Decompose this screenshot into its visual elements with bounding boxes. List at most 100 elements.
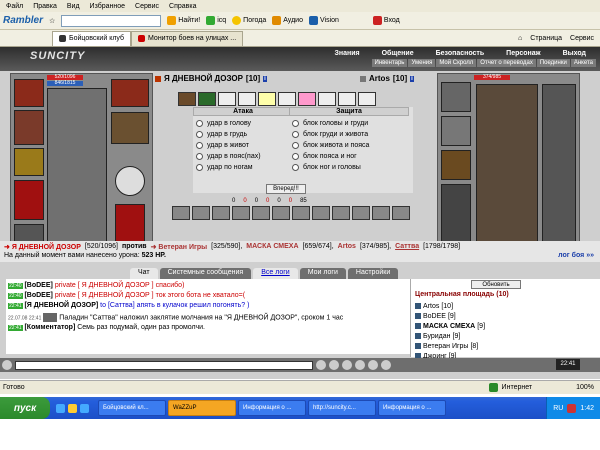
cloak-slot[interactable]	[14, 180, 44, 220]
nav-transfers[interactable]: Отчет о переводах	[477, 59, 536, 67]
enemy-nick[interactable]: Artos [10] i	[360, 74, 414, 83]
smile-icon[interactable]	[2, 360, 12, 370]
scroll-slot[interactable]	[192, 206, 210, 220]
chat-target[interactable]: [ Я ДНЕВНОЙ ДОЗОР ]	[78, 282, 154, 289]
audio-button[interactable]: Аудио	[272, 16, 303, 25]
block-option-2[interactable]: блок груди и живота	[292, 129, 406, 140]
task-button[interactable]: http://suncity.c...	[308, 400, 376, 416]
icq-button[interactable]: icq	[206, 16, 226, 25]
scroll-slot[interactable]	[212, 206, 230, 220]
vision-button[interactable]: Vision	[308, 16, 339, 25]
forward-button[interactable]: Вперед!!!	[266, 184, 306, 194]
scroll-slot[interactable]	[252, 206, 270, 220]
folder-icon[interactable]	[68, 403, 77, 413]
nav-profile[interactable]: Анкета	[570, 59, 596, 67]
spell-slot[interactable]	[198, 92, 216, 106]
login-button[interactable]: Вход	[372, 16, 400, 25]
menu-view[interactable]: Вид	[67, 3, 80, 10]
shield-slot[interactable]	[115, 166, 145, 196]
nav-fights[interactable]: Поединки	[536, 59, 570, 67]
opponent-link[interactable]: ➜ Ветеран Игры	[151, 243, 208, 251]
scroll-slot[interactable]	[358, 92, 376, 106]
info-icon[interactable]: i	[263, 75, 267, 82]
scroll-slot[interactable]	[392, 206, 410, 220]
menu-tools[interactable]: Сервис	[135, 3, 159, 10]
scroll-slot[interactable]	[298, 92, 316, 106]
task-button[interactable]: Информация о ...	[238, 400, 306, 416]
task-button[interactable]: Бойцовский кл...	[98, 400, 166, 416]
scroll-slot[interactable]	[258, 92, 276, 106]
weather-button[interactable]: Погода	[232, 16, 266, 25]
menu-file[interactable]: Файл	[6, 3, 23, 10]
ie-icon[interactable]	[80, 403, 89, 413]
scroll-slot[interactable]	[338, 92, 356, 106]
user-item[interactable]: Artos [10]	[411, 301, 600, 311]
block-option-4[interactable]: блок пояса и ног	[292, 151, 406, 162]
battle-log-link[interactable]: лог боя »»	[558, 252, 594, 259]
scroll-slot[interactable]	[278, 92, 296, 106]
scroll-slot[interactable]	[172, 206, 190, 220]
star-icon[interactable]: ☆	[49, 17, 55, 25]
nav-communication[interactable]: Общение	[372, 49, 424, 58]
nav-scroll[interactable]: Мой Скролл	[436, 59, 477, 67]
attack-option-belly[interactable]: удар в живот	[196, 140, 290, 151]
nav-exit[interactable]: Выход	[553, 49, 596, 58]
attack-option-waist[interactable]: удар в пояс(пах)	[196, 151, 290, 162]
task-button[interactable]: WaZZuP	[168, 400, 236, 416]
tab-fight-club[interactable]: Бойцовский клуб	[52, 30, 132, 46]
gloves-slot[interactable]	[111, 112, 149, 144]
nav-character[interactable]: Персонаж	[496, 49, 550, 58]
chat-target[interactable]: [ Я ДНЕВНОЙ ДОЗОР ]	[78, 292, 154, 299]
scroll-slot[interactable]	[292, 206, 310, 220]
tools-menu[interactable]: Сервис	[570, 35, 594, 42]
scroll-slot[interactable]	[272, 206, 290, 220]
sound-icon[interactable]	[355, 360, 365, 370]
tab-monitor[interactable]: Монитор боев на улицах ...	[131, 30, 244, 46]
chat-nick[interactable]: [BoDEE]	[24, 292, 52, 299]
home-button[interactable]: ⌂	[518, 35, 522, 42]
menu-help[interactable]: Справка	[169, 3, 196, 10]
player-nick[interactable]: Я ДНЕВНОЙ ДОЗОР [10] i	[155, 74, 267, 83]
filter-icon[interactable]	[342, 360, 352, 370]
user-item[interactable]: Буридан [9]	[411, 331, 600, 341]
user-item[interactable]: МАСКА СМЕХА [9]	[411, 321, 600, 331]
scroll-slot[interactable]	[238, 92, 256, 106]
block-option-1[interactable]: блок головы и груди	[292, 118, 406, 129]
search-input[interactable]	[61, 14, 162, 27]
chat-nick[interactable]: [BoDEE]	[24, 282, 52, 289]
user-item[interactable]: Ветеран Игры [8]	[411, 341, 600, 351]
scroll-slot[interactable]	[332, 206, 350, 220]
attack-option-head[interactable]: удар в голову	[196, 118, 290, 129]
weapon-slot[interactable]	[14, 148, 44, 176]
tab-chat[interactable]: Чат	[130, 268, 158, 279]
clear-icon[interactable]	[329, 360, 339, 370]
helmet-slot[interactable]	[14, 79, 44, 107]
zoom-level[interactable]: 100%	[576, 384, 594, 391]
tab-my-logs[interactable]: Мои логи	[299, 268, 346, 279]
armor-slot[interactable]	[14, 110, 44, 145]
start-button[interactable]: пуск	[0, 397, 50, 419]
tray-icon[interactable]	[567, 403, 577, 413]
scroll-slot[interactable]	[318, 92, 336, 106]
player-fighter-link[interactable]: ➜ Я ДНЕВНОЙ ДОЗОР	[4, 243, 81, 251]
smiles-icon[interactable]	[368, 360, 378, 370]
send-icon[interactable]	[316, 360, 326, 370]
opponent-link[interactable]: Саттва	[395, 243, 419, 250]
nav-inventory[interactable]: Инвентарь	[371, 59, 408, 67]
ie-icon[interactable]	[56, 403, 65, 413]
refresh-button[interactable]: Обновить	[471, 280, 521, 289]
menu-favorites[interactable]: Избранное	[90, 3, 125, 10]
info-icon[interactable]: i	[410, 75, 414, 82]
language-indicator[interactable]: RU	[553, 405, 563, 412]
attack-option-legs[interactable]: удар по ногам	[196, 162, 290, 173]
spell-slot[interactable]	[178, 92, 196, 106]
user-item[interactable]: BoDEE [9]	[411, 311, 600, 321]
opponent-link[interactable]: МАСКА СМЕХА	[246, 243, 298, 250]
task-button[interactable]: Информация о ...	[378, 400, 446, 416]
scroll-slot[interactable]	[232, 206, 250, 220]
scroll-slot[interactable]	[372, 206, 390, 220]
chat-input[interactable]	[15, 360, 313, 370]
block-option-3[interactable]: блок живота и пояса	[292, 140, 406, 151]
amulet-slot[interactable]	[111, 79, 149, 107]
tab-all-logs[interactable]: Все логи	[253, 268, 298, 279]
